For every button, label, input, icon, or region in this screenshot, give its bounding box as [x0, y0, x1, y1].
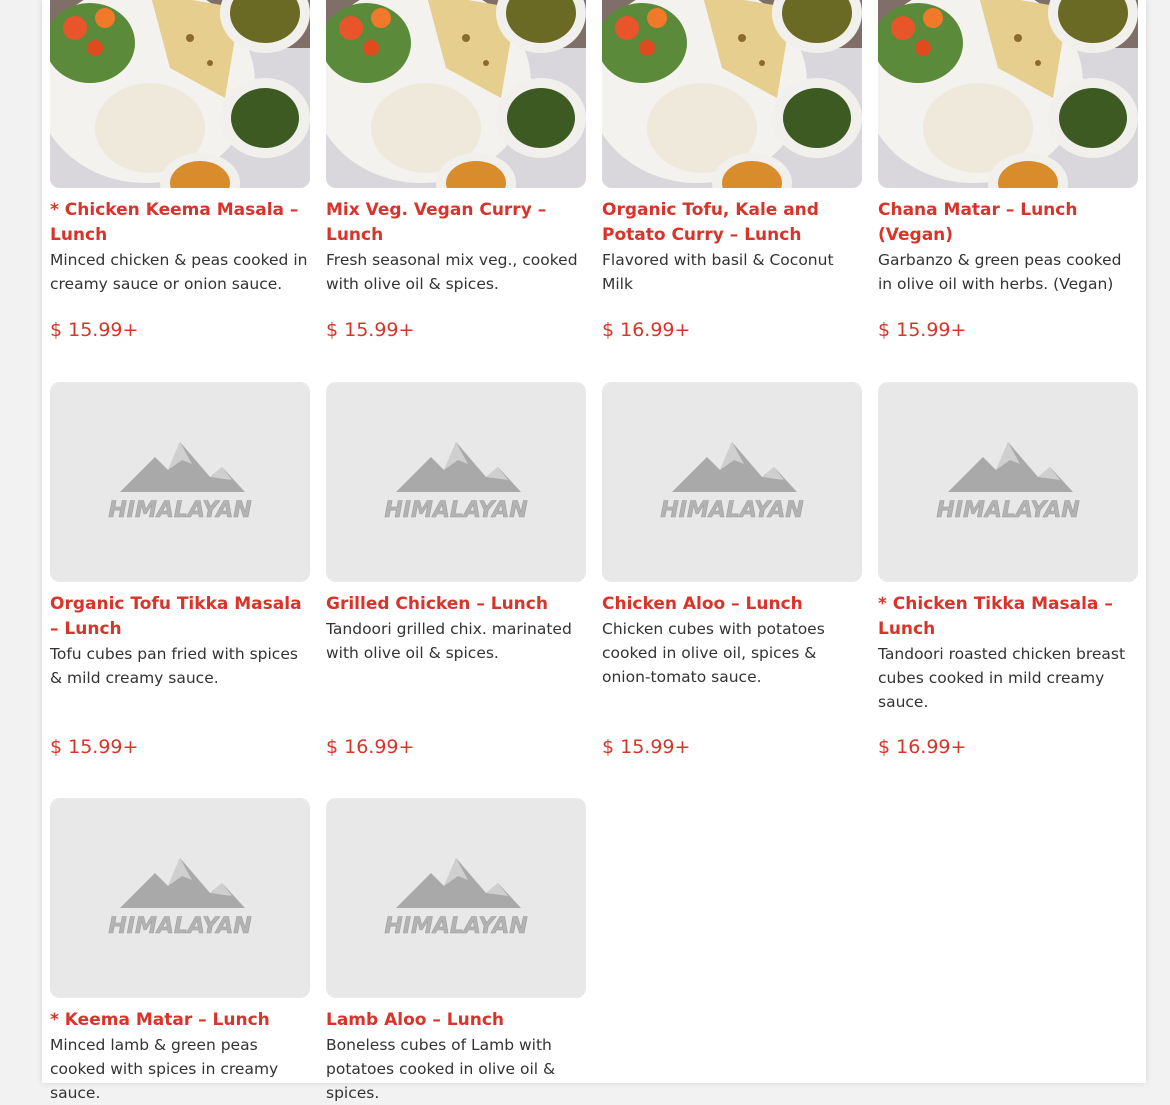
- menu-item-price: $ 15.99+: [50, 736, 139, 758]
- menu-item-description: Tandoori grilled chix. marinated with ol…: [326, 620, 572, 662]
- menu-item-card[interactable]: * Chicken Keema Masala – Lunch Minced ch…: [50, 0, 310, 341]
- menu-item-title[interactable]: Chicken Aloo – Lunch: [602, 592, 862, 617]
- menu-item-price: $ 15.99+: [50, 319, 139, 341]
- svg-text:HIMALAYAN: HIMALAYAN: [108, 914, 251, 939]
- menu-grid: * Chicken Keema Masala – Lunch Minced ch…: [42, 0, 1146, 1102]
- menu-item-description: Fresh seasonal mix veg., cooked with oli…: [326, 251, 578, 293]
- placeholder-image[interactable]: HIMALAYAN: [602, 382, 862, 582]
- menu-item-card[interactable]: HIMALAYAN Grilled Chicken – Lunch Tandoo…: [326, 382, 586, 758]
- menu-item-title[interactable]: Organic Tofu Tikka Masala – Lunch: [50, 592, 310, 642]
- placeholder-image[interactable]: HIMALAYAN: [50, 798, 310, 998]
- placeholder-image[interactable]: HIMALAYAN: [878, 382, 1138, 582]
- menu-item-price: $ 15.99+: [602, 736, 691, 758]
- menu-item-card[interactable]: HIMALAYAN * Chicken Tikka Masala – Lunch…: [878, 382, 1138, 758]
- menu-item-price: $ 15.99+: [878, 319, 967, 341]
- svg-text:HIMALAYAN: HIMALAYAN: [936, 498, 1079, 523]
- menu-item-description: Minced chicken & peas cooked in creamy s…: [50, 251, 308, 293]
- menu-item-title[interactable]: * Keema Matar – Lunch: [50, 1008, 310, 1033]
- svg-text:HIMALAYAN: HIMALAYAN: [660, 498, 803, 523]
- menu-item-description: Flavored with basil & Coconut Milk: [602, 251, 834, 293]
- placeholder-image[interactable]: HIMALAYAN: [326, 798, 586, 998]
- menu-item-card[interactable]: HIMALAYAN Organic Tofu Tikka Masala – Lu…: [50, 382, 310, 758]
- placeholder-image[interactable]: HIMALAYAN: [50, 382, 310, 582]
- food-photo-illustration: [878, 0, 1138, 188]
- himalayan-logo-placeholder: HIMALAYAN: [326, 382, 586, 582]
- menu-item-price: $ 16.99+: [878, 736, 967, 758]
- food-photo-illustration: [50, 0, 310, 188]
- menu-item-description: Garbanzo & green peas cooked in olive oi…: [878, 251, 1122, 293]
- menu-item-description: Chicken cubes with potatoes cooked in ol…: [602, 620, 825, 686]
- menu-item-card[interactable]: Chana Matar – Lunch (Vegan) Garbanzo & g…: [878, 0, 1138, 341]
- svg-text:HIMALAYAN: HIMALAYAN: [384, 498, 527, 523]
- menu-item-description: Minced lamb & green peas cooked with spi…: [50, 1036, 279, 1102]
- himalayan-logo-placeholder: HIMALAYAN: [50, 382, 310, 582]
- food-photo-illustration: [602, 0, 862, 188]
- menu-item-title[interactable]: * Chicken Keema Masala – Lunch: [50, 198, 310, 248]
- himalayan-logo-placeholder: HIMALAYAN: [50, 798, 310, 998]
- food-photo[interactable]: [326, 0, 586, 188]
- menu-item-card[interactable]: HIMALAYAN Chicken Aloo – Lunch Chicken c…: [602, 382, 862, 758]
- menu-item-card[interactable]: Mix Veg. Vegan Curry – Lunch Fresh seaso…: [326, 0, 586, 341]
- menu-item-description: Tandoori roasted chicken breast cubes co…: [878, 645, 1126, 711]
- menu-item-description: Tofu cubes pan fried with spices & mild …: [50, 645, 298, 687]
- menu-item-price: $ 16.99+: [602, 319, 691, 341]
- food-photo[interactable]: [50, 0, 310, 188]
- placeholder-image[interactable]: HIMALAYAN: [326, 382, 586, 582]
- food-photo[interactable]: [878, 0, 1138, 188]
- svg-text:HIMALAYAN: HIMALAYAN: [384, 914, 527, 939]
- menu-item-title[interactable]: Grilled Chicken – Lunch: [326, 592, 586, 617]
- menu-item-title[interactable]: Mix Veg. Vegan Curry – Lunch: [326, 198, 586, 248]
- menu-item-title[interactable]: Lamb Aloo – Lunch: [326, 1008, 586, 1033]
- food-photo[interactable]: [602, 0, 862, 188]
- menu-item-price: $ 15.99+: [326, 319, 415, 341]
- menu-item-price: $ 16.99+: [326, 736, 415, 758]
- menu-item-title[interactable]: Chana Matar – Lunch (Vegan): [878, 198, 1138, 248]
- menu-item-title[interactable]: Organic Tofu, Kale and Potato Curry – Lu…: [602, 198, 862, 248]
- menu-item-title[interactable]: * Chicken Tikka Masala – Lunch: [878, 592, 1138, 642]
- menu-item-card[interactable]: HIMALAYAN * Keema Matar – Lunch Minced l…: [50, 798, 310, 1105]
- food-photo-illustration: [326, 0, 586, 188]
- himalayan-logo-placeholder: HIMALAYAN: [878, 382, 1138, 582]
- menu-item-card[interactable]: HIMALAYAN Lamb Aloo – Lunch Boneless cub…: [326, 798, 586, 1105]
- himalayan-logo-placeholder: HIMALAYAN: [602, 382, 862, 582]
- menu-item-description: Boneless cubes of Lamb with potatoes coo…: [326, 1036, 556, 1102]
- svg-text:HIMALAYAN: HIMALAYAN: [108, 498, 251, 523]
- menu-item-card[interactable]: Organic Tofu, Kale and Potato Curry – Lu…: [602, 0, 862, 341]
- himalayan-logo-placeholder: HIMALAYAN: [326, 798, 586, 998]
